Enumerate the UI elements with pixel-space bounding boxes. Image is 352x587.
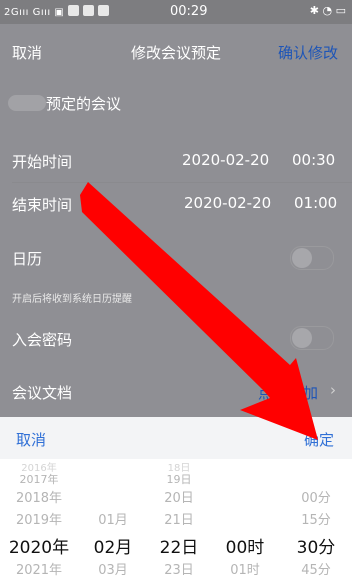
red-arrow-icon [80, 182, 318, 440]
red-arrow-annotation [80, 182, 318, 440]
